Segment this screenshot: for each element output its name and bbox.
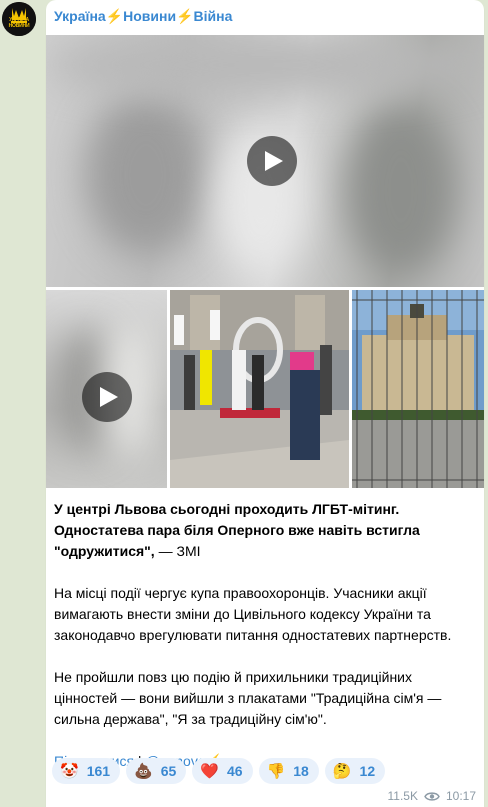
ceremony-photo-image: [170, 290, 349, 488]
thinking-emoji-icon: 🤔: [332, 763, 352, 780]
reaction-clown[interactable]: 🤡 161: [52, 758, 121, 784]
reaction-count: 12: [359, 763, 376, 779]
paragraph-police: На місці події чергує купа правоохоронці…: [54, 585, 452, 643]
channel-avatar[interactable]: УКРАЇНА НОВИНИ: [2, 2, 36, 36]
reaction-count: 65: [160, 763, 177, 779]
photo-opera-house[interactable]: [352, 290, 484, 488]
headline-tail: — ЗМІ: [154, 543, 201, 559]
eye-icon: [424, 791, 440, 801]
play-icon: [100, 387, 118, 407]
reaction-count: 46: [227, 763, 243, 779]
heart-emoji-icon: ❤️: [200, 763, 219, 780]
reaction-heart[interactable]: ❤️ 46: [192, 758, 253, 784]
paragraph-traditional: Не пройшли повз цю подію й прихильники т…: [54, 669, 442, 727]
video-main[interactable]: [46, 35, 484, 287]
play-button[interactable]: [82, 372, 132, 422]
reaction-thinking[interactable]: 🤔 12: [324, 758, 386, 784]
play-button[interactable]: [247, 136, 297, 186]
reactions-bar: 🤡 161 💩 65 ❤️ 46 👎 18 🤔 12: [52, 758, 386, 786]
reaction-count: 18: [293, 763, 309, 779]
poop-emoji-icon: 💩: [134, 763, 153, 780]
reaction-count: 161: [86, 763, 111, 779]
photo-ceremony[interactable]: [170, 290, 349, 488]
clown-emoji-icon: 🤡: [60, 763, 79, 780]
headline: У центрі Львова сьогодні проходить ЛГБТ-…: [54, 499, 478, 562]
video-thumbnail[interactable]: [46, 290, 167, 488]
message-time: 10:17: [445, 789, 476, 803]
headline-bold: У центрі Львова сьогодні проходить ЛГБТ-…: [54, 501, 420, 559]
view-count: 11.5K: [387, 789, 418, 803]
reaction-thumbs-down[interactable]: 👎 18: [258, 758, 319, 784]
message-meta: 11.5K 10:17: [388, 789, 477, 803]
reaction-poop[interactable]: 💩 65: [126, 758, 187, 784]
opera-photo-image: [352, 290, 484, 488]
play-icon: [265, 151, 283, 171]
channel-name[interactable]: Україна⚡️Новини⚡️Війна: [54, 8, 232, 25]
avatar-text: УКРАЇНА НОВИНИ: [8, 17, 30, 29]
thumbs-down-emoji-icon: 👎: [266, 763, 286, 780]
post-text: У центрі Львова сьогодні проходить ЛГБТ-…: [54, 499, 478, 793]
